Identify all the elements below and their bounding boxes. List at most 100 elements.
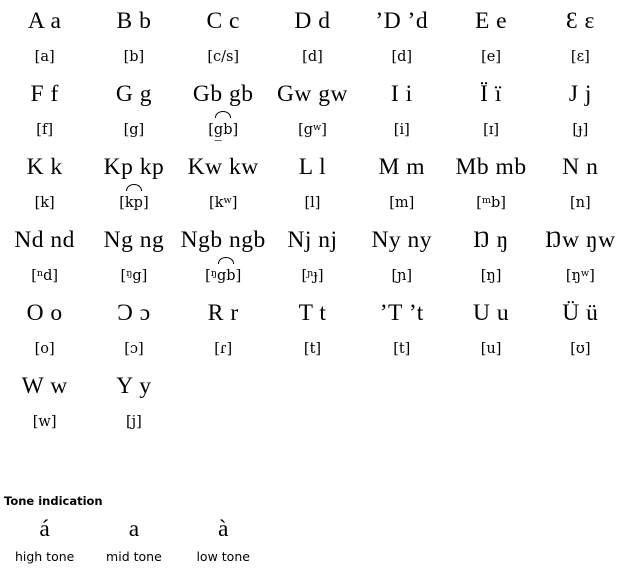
letter-cell: Ï ï xyxy=(480,81,502,107)
tone-table: á a à high tone mid tone low tone xyxy=(0,512,625,568)
letter-cell: Ɔ ɔ xyxy=(117,300,151,326)
ipa-cell: [ŋg] xyxy=(120,267,148,284)
superscript-m: m xyxy=(481,194,491,206)
tone-mark-high: á xyxy=(39,516,50,542)
letter-cell: Ng ng xyxy=(103,227,165,253)
letter-row: A a B b C c D d ’D ’d E e Ɛ ɛ xyxy=(0,0,625,42)
letter-cell: R r xyxy=(207,300,239,326)
ipa-cell-empty xyxy=(179,407,268,438)
ipa-cell: [k] xyxy=(34,195,55,211)
letter-cell: ’T ’t xyxy=(379,300,424,326)
letter-cell: Ngb ngb xyxy=(180,227,266,253)
tone-label-empty xyxy=(446,546,535,568)
letter-cell: Kp kp xyxy=(103,154,165,180)
tone-label-high: high tone xyxy=(14,549,75,564)
letter-cell-empty xyxy=(446,365,535,407)
ipa-cell-empty xyxy=(446,407,535,438)
ipa-cell-tie: [kp] xyxy=(89,183,178,219)
alphabet-chart-page: { "chart_data": { "type": "table", "titl… xyxy=(0,0,625,573)
ipa-row: [w] [j] xyxy=(0,407,625,438)
ipa-cell: [l] xyxy=(304,195,321,211)
ipa-cell: [w] xyxy=(32,414,57,430)
ipa-cell: [u] xyxy=(480,341,502,357)
letter-cell-empty xyxy=(268,365,357,407)
ipa-cell: [ɪ] xyxy=(483,122,500,138)
ipa-cell: [t] xyxy=(303,341,322,357)
letter-cell: O o xyxy=(26,300,63,326)
letter-cell: A a xyxy=(27,8,62,34)
letter-cell-empty xyxy=(536,365,625,407)
ipa-cell-empty xyxy=(536,407,625,438)
letter-cell: Gw gw xyxy=(276,81,348,107)
ipa-cell: [i] xyxy=(393,122,410,138)
letter-cell: I i xyxy=(390,81,413,107)
ipa-cell: [e] xyxy=(481,49,501,65)
ipa-cell: [c/s] xyxy=(207,49,240,65)
tie-bar-digraph: g̲b xyxy=(214,110,232,146)
ipa-cell: [ʊ] xyxy=(570,341,591,357)
letter-cell: W w xyxy=(21,373,68,399)
superscript-eng: ŋ xyxy=(126,267,133,279)
ipa-cell-empty xyxy=(268,407,357,438)
letter-cell: Y y xyxy=(116,373,152,399)
ipa-cell: [j] xyxy=(126,414,142,430)
ipa-cell: [n] xyxy=(570,195,591,211)
tone-mark-empty xyxy=(536,512,625,546)
ipa-cell: [ɲ] xyxy=(391,268,413,284)
letter-cell: G g xyxy=(115,81,152,107)
ipa-cell: [gw] xyxy=(298,121,327,138)
ipa-cell: [ɛ] xyxy=(570,49,590,65)
letter-cell: N n xyxy=(562,154,599,180)
ipa-cell: [d] xyxy=(391,49,413,65)
ipa-cell: [mb] xyxy=(476,194,506,211)
letter-cell: Ny ny xyxy=(371,227,433,253)
tone-mark-low: à xyxy=(217,516,229,542)
letter-cell: Nj nj xyxy=(287,227,338,253)
ipa-cell: [t] xyxy=(393,341,411,357)
ipa-cell: [a] xyxy=(34,49,55,65)
tone-mark-empty xyxy=(357,512,446,546)
tone-mark-empty xyxy=(268,512,357,546)
letter-cell: J j xyxy=(568,81,592,107)
letter-cell: Ü ü xyxy=(562,300,599,326)
ipa-row: [a] [b] [c/s] [d] [d] [e] [ɛ] xyxy=(0,42,625,73)
superscript-w: w xyxy=(580,267,590,279)
ipa-cell: [ŋw] xyxy=(565,267,595,284)
letter-cell: L l xyxy=(298,154,327,180)
tone-indication-heading: Tone indication xyxy=(4,494,103,508)
superscript-n: n xyxy=(36,267,44,279)
tone-mark-row: á a à xyxy=(0,512,625,546)
superscript-w: w xyxy=(313,121,322,133)
letter-row: K k Kp kp Kw kw L l M m Mb mb N n xyxy=(0,146,625,188)
letter-cell: ’D ’d xyxy=(375,8,429,34)
letter-cell: Kw kw xyxy=(187,154,259,180)
letter-row: W w Y y xyxy=(0,365,625,407)
ipa-cell: [nd] xyxy=(31,267,59,284)
letter-cell: Mb mb xyxy=(455,154,527,180)
ipa-cell-tie: [ŋgb] xyxy=(179,256,268,292)
letter-cell: Ɛ ɛ xyxy=(565,8,595,34)
ipa-cell: [ɲɟ] xyxy=(301,267,324,284)
superscript-nj: ɲ xyxy=(307,267,314,279)
tone-label-low: low tone xyxy=(196,549,250,564)
letter-cell: E e xyxy=(474,8,508,34)
letter-cell: U u xyxy=(472,300,510,326)
ipa-row: [k] [kp] [kw] [l] [m] [mb] [n] xyxy=(0,183,625,219)
letter-cell-empty xyxy=(179,365,268,407)
letter-cell: B b xyxy=(116,8,152,34)
ipa-cell-tie: [g̲b] xyxy=(179,110,268,146)
letter-cell: T t xyxy=(298,300,327,326)
letter-cell: Gb gb xyxy=(192,81,254,107)
ipa-cell: [d] xyxy=(302,49,323,65)
letter-row: Nd nd Ng ng Ngb ngb Nj nj Ny ny Ŋ ŋ Ŋw ŋ… xyxy=(0,219,625,261)
tie-bar-digraph: kp xyxy=(125,183,143,219)
tone-label-empty xyxy=(357,546,446,568)
ipa-row: [nd] [ŋg] [ŋgb] [ɲɟ] [ɲ] [ŋ] [ŋw] xyxy=(0,256,625,292)
ipa-cell: [ŋ] xyxy=(480,268,502,284)
letter-cell: K k xyxy=(26,154,63,180)
ipa-cell: [ɟ] xyxy=(572,122,589,138)
letter-cell: Ŋ ŋ xyxy=(473,227,509,253)
ipa-row: [f] [g] [g̲b] [gw] [i] [ɪ] [ɟ] xyxy=(0,110,625,146)
letter-cell: Nd nd xyxy=(14,227,75,253)
letter-row: F f G g Gb gb Gw gw I i Ï ï J j xyxy=(0,73,625,115)
